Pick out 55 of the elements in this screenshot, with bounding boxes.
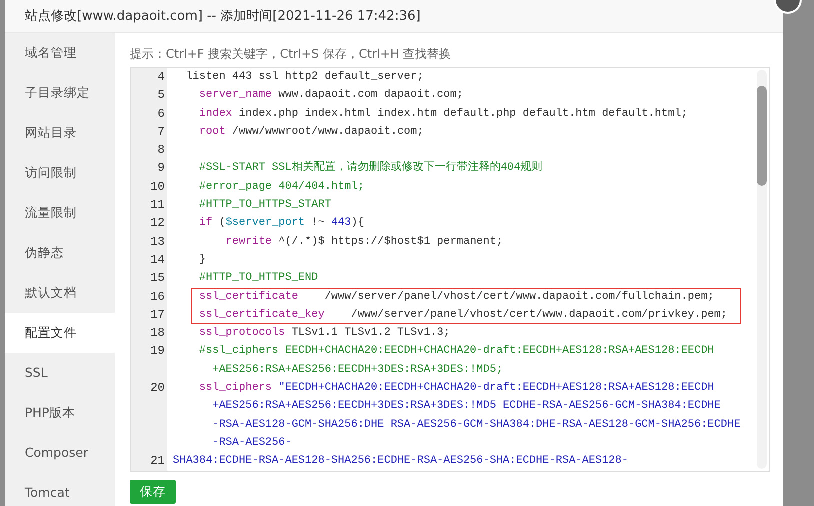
- code-line: server_name www.dapaoit.com dapaoit.com;: [198, 88, 464, 104]
- line-number: 9: [158, 161, 165, 176]
- code-line: ssl_ciphers "EECDH+CHACHA20:EECDH+CHACHA20-draft:EECDH+AES128:RSA+AES128:EECDH: [198, 381, 714, 396]
- code-line: -RSA-AES256-: [212, 436, 292, 451]
- sidebar-item[interactable]: Tomcat: [5, 473, 115, 506]
- code-line: +AES256:RSA+AES256:EECDH+3DES:RSA+3DES:!MD5;: [212, 362, 504, 378]
- code-line: #HTTP_TO_HTTPS_END: [198, 271, 318, 286]
- scrollbar[interactable]: [757, 70, 767, 469]
- code-line: -RSA-AES128-GCM-SHA256:DHE RSA-AES256-GCM-SHA384:DHE-RSA-AES128-GCM-SHA256:ECDHE: [212, 418, 741, 433]
- line-number: 17: [150, 308, 165, 322]
- sidebar-item[interactable]: PHP版本: [5, 393, 115, 433]
- line-number: 16: [150, 290, 165, 304]
- line-number: 21: [150, 454, 165, 468]
- line-number: 7: [158, 124, 165, 139]
- code-line: ssl_certificate /www/server/panel/vhost/cert/www.dapaoit.com/fullchain.pem;: [198, 290, 714, 305]
- code-line: index index.php index.html index.htm default.php default.htm default.html;: [198, 106, 688, 122]
- sidebar-item[interactable]: SSL: [5, 353, 115, 393]
- dialog-title: 站点修改[www.dapaoit.com] -- 添加时间[2021-11-26 17:42:36]: [25, 8, 421, 25]
- code-line: rewrite ^(/.*)$ https://$host$1 permanent;: [224, 234, 504, 250]
- sidebar-item[interactable]: 子目录绑定: [5, 73, 115, 113]
- sidebar-item[interactable]: 流量限制: [5, 193, 115, 233]
- line-number: 5: [158, 88, 165, 102]
- code-line: listen 443 ssl http2 default_server;: [185, 70, 424, 85]
- sidebar-item[interactable]: 默认文档: [5, 273, 115, 313]
- sidebar-item[interactable]: 访问限制: [5, 153, 115, 193]
- line-number: 18: [150, 326, 165, 340]
- code-line: if ($server_port !~ 443){: [198, 216, 364, 232]
- code-line: +AES256:RSA+AES256:EECDH+3DES:RSA+3DES:!MD5 ECDHE-RSA-AES256-GCM-SHA384:ECDHE: [212, 399, 721, 414]
- hint-text: 提示：Ctrl+F 搜索关键字，Ctrl+S 保存，Ctrl+H 查找替换: [130, 46, 452, 63]
- code-line: #ssl_ciphers EECDH+CHACHA20:EECDH+CHACHA20-draft:EECDH+AES128:RSA+AES128:EECDH: [198, 344, 714, 360]
- code-line: root /www/wwwroot/www.dapaoit.com;: [198, 124, 424, 140]
- sidebar-item[interactable]: 网站目录: [5, 113, 115, 153]
- line-number: 14: [150, 252, 165, 267]
- code-line: ssl_certificate_key /www/server/panel/vhost/cert/www.dapaoit.com/privkey.pem;: [198, 308, 728, 323]
- line-number: 19: [150, 344, 165, 358]
- code-line: #error_page 404/404.html;: [198, 180, 364, 195]
- code-line: }: [198, 252, 206, 268]
- sidebar-item[interactable]: 配置文件: [5, 313, 115, 353]
- line-number: 8: [158, 143, 165, 158]
- code-line: ssl_protocols TLSv1.1 TLSv1.2 TLSv1.3;: [198, 326, 450, 342]
- line-number: 13: [150, 234, 165, 249]
- code-line: SHA384:ECDHE-RSA-AES128-SHA256:ECDHE-RSA-AES256-SHA:ECDHE-RSA-AES128-: [172, 454, 628, 470]
- line-number: 6: [158, 106, 165, 121]
- code-line: #HTTP_TO_HTTPS_START: [198, 198, 332, 214]
- line-number: 12: [150, 216, 165, 230]
- sidebar-item[interactable]: 伪静态: [5, 233, 115, 273]
- sidebar-item[interactable]: Composer: [5, 433, 115, 473]
- line-number: 15: [150, 271, 165, 286]
- code-editor[interactable]: [130, 67, 770, 472]
- line-number: 20: [150, 381, 165, 396]
- line-number: 4: [158, 70, 165, 84]
- line-number: 10: [150, 180, 165, 194]
- sidebar-item[interactable]: 域名管理: [5, 33, 115, 73]
- code-line: #SSL-START SSL相关配置，请勿删除或修改下一行带注释的404规则: [198, 160, 543, 176]
- line-number: 11: [150, 198, 165, 212]
